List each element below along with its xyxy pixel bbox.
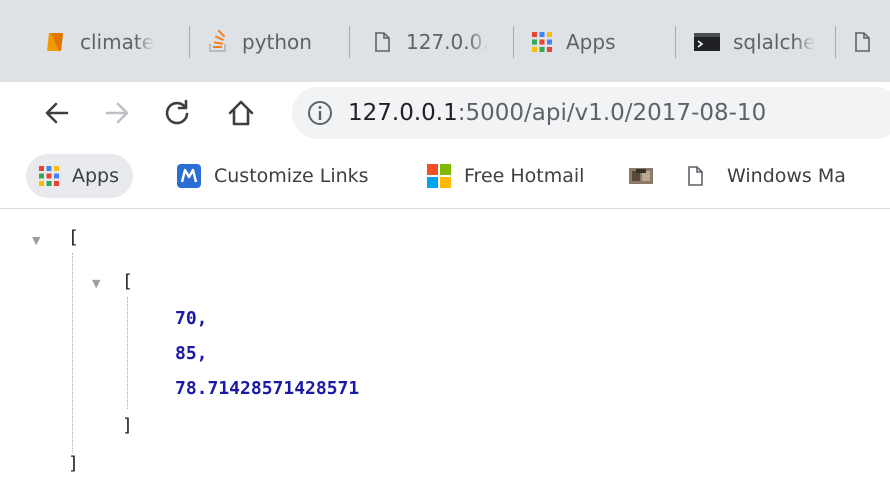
json-number: 70, [175, 308, 208, 329]
tab-localhost[interactable]: 127.0.0. [370, 18, 500, 66]
tab-divider [189, 26, 190, 58]
tab-python[interactable]: python [206, 18, 336, 66]
collapse-toggle-outer[interactable]: ▼ [32, 234, 40, 247]
bookmark-apps[interactable]: Apps [26, 154, 134, 198]
tab-label: Apps [566, 30, 616, 54]
tab-sqlalchemy[interactable]: sqlalche [693, 18, 823, 66]
tab-label: python [242, 30, 312, 54]
bookmark-label: Windows Ma [727, 165, 846, 187]
url-host: 127.0.0.1 [348, 100, 458, 126]
bookmark-image-favicon[interactable] [628, 154, 666, 198]
back-arrow-icon [45, 102, 69, 124]
tab-apps[interactable]: Apps [530, 18, 660, 66]
tab-new-page[interactable] [850, 18, 890, 66]
apps-grid-icon [530, 30, 554, 54]
bookmark-label: Apps [72, 165, 120, 187]
bookmark-customize-links[interactable]: Customize Links [176, 154, 369, 198]
json-number: 78.71428571428571 [175, 378, 360, 399]
forward-arrow-icon [105, 102, 129, 124]
address-bar[interactable]: 127.0.0.1:5000/api/v1.0/2017-08-10 [292, 87, 890, 139]
apps-grid-icon [38, 165, 60, 187]
customize-links-icon [176, 163, 202, 189]
home-button[interactable] [220, 92, 262, 134]
tab-divider [675, 26, 676, 58]
info-icon[interactable] [306, 99, 334, 127]
json-number: 85, [175, 343, 208, 364]
bookmarks-bar: Apps Customize Links Free Hotmail Window… [0, 144, 890, 209]
navigation-toolbar: 127.0.0.1:5000/api/v1.0/2017-08-10 [0, 82, 890, 144]
back-button[interactable] [36, 92, 78, 134]
outer-open-bracket: [ [68, 227, 79, 248]
tab-divider [835, 26, 836, 58]
tab-label: sqlalche [733, 30, 816, 54]
inner-open-bracket: [ [122, 271, 133, 292]
image-favicon-icon [628, 163, 654, 189]
inner-close-bracket: ] [122, 415, 133, 436]
tab-divider [513, 26, 514, 58]
outer-close-bracket: ] [68, 453, 79, 474]
collapse-toggle-inner[interactable]: ▼ [92, 277, 100, 290]
page-icon [683, 164, 707, 188]
bookmark-label: Customize Links [214, 165, 369, 187]
bookmark-label: Free Hotmail [464, 165, 585, 187]
tab-label: 127.0.0. [406, 30, 489, 54]
tab-label: climate [80, 30, 154, 54]
tab-climate[interactable]: climate [44, 18, 176, 66]
page-icon [850, 30, 874, 54]
bookmark-windows-ma[interactable]: Windows Ma [683, 154, 846, 198]
bookmark-free-hotmail[interactable]: Free Hotmail [426, 154, 584, 198]
stackoverflow-icon [206, 29, 230, 54]
indent-guide [72, 253, 73, 453]
indent-guide [127, 297, 128, 409]
notebook-orange-icon [44, 30, 68, 54]
forward-button[interactable] [96, 92, 138, 134]
home-icon [228, 100, 254, 126]
tab-divider [349, 26, 350, 58]
reload-icon [165, 99, 189, 125]
windows-logo-icon [426, 163, 452, 189]
url-path: :5000/api/v1.0/2017-08-10 [457, 100, 767, 126]
terminal-icon [693, 30, 721, 54]
url-text: 127.0.0.1:5000/api/v1.0/2017-08-10 [348, 100, 766, 126]
tab-strip: climate python 127.0.0. Apps sqlalche [0, 0, 890, 82]
page-icon [370, 30, 394, 54]
json-viewer: ▼ [ ▼ [ 70, 85, 78.71428571428571 ] ] [0, 209, 890, 478]
reload-button[interactable] [156, 92, 198, 134]
